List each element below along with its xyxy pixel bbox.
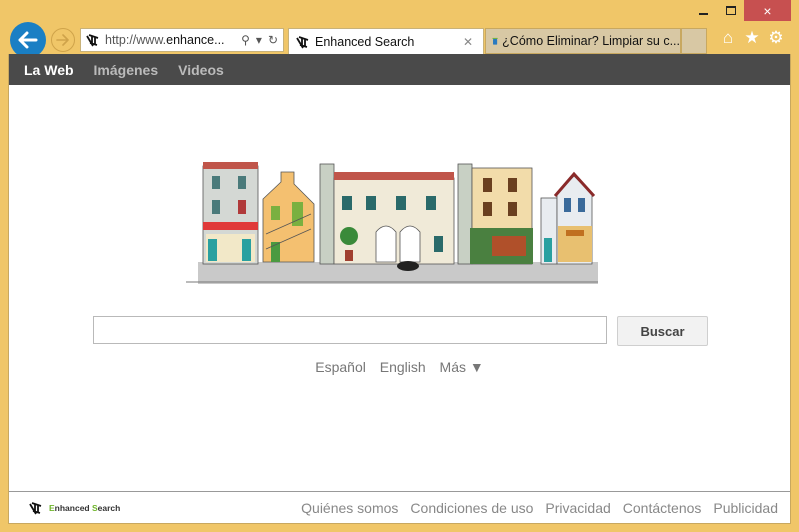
url-prefix: http://www. xyxy=(105,33,167,47)
refresh-icon[interactable]: ↻ xyxy=(268,33,278,47)
maximize-icon xyxy=(725,6,736,15)
nav-la-web[interactable]: La Web xyxy=(24,62,74,78)
browser-tools: ⌂ ★ ⚙ xyxy=(719,28,785,47)
trash-bin-icon xyxy=(492,37,498,45)
back-button[interactable] xyxy=(10,22,46,58)
footer: Enhanced Search Quiénes somos Condicione… xyxy=(9,491,790,523)
footer-link-contactenos[interactable]: Contáctenos xyxy=(623,500,702,516)
building-grey-shop xyxy=(202,162,259,265)
gear-icon[interactable]: ⚙ xyxy=(767,28,785,47)
tab-enhanced-search[interactable]: Enhanced Search ✕ xyxy=(288,28,484,54)
forward-button[interactable] xyxy=(51,28,75,52)
building-orange-house xyxy=(262,171,315,263)
home-icon[interactable]: ⌂ xyxy=(719,28,737,47)
logo-word-2: earch xyxy=(97,502,121,513)
enhanced-search-logo-icon xyxy=(29,501,42,514)
search-row: Buscar xyxy=(93,316,708,346)
top-navigation: La Web Imágenes Videos xyxy=(9,54,790,85)
tab-label: ¿Cómo Eliminar? Limpiar su c... xyxy=(502,34,680,48)
window-controls: × xyxy=(690,0,791,21)
site-favicon-icon xyxy=(296,35,309,48)
arrow-right-icon xyxy=(56,34,69,46)
footer-link-condiciones[interactable]: Condiciones de uso xyxy=(410,500,533,516)
logo-text: Enhanced Search xyxy=(49,503,120,513)
building-cream-terrace xyxy=(319,163,455,271)
footer-link-quienes-somos[interactable]: Quiénes somos xyxy=(301,500,398,516)
language-more-dropdown[interactable]: Más ▼ xyxy=(440,359,484,375)
maximize-button[interactable] xyxy=(717,0,744,21)
address-bar[interactable]: http://www.enhance... ⚲ ▾ ↻ xyxy=(80,28,284,52)
search-button[interactable]: Buscar xyxy=(617,316,708,346)
minimize-button[interactable] xyxy=(690,0,717,21)
nav-imagenes[interactable]: Imágenes xyxy=(94,62,159,78)
new-tab-button[interactable] xyxy=(681,28,707,54)
building-pub xyxy=(457,163,533,265)
language-selector: Español English Más ▼ xyxy=(9,359,790,375)
nav-videos[interactable]: Videos xyxy=(178,62,224,78)
close-window-button[interactable]: × xyxy=(744,0,791,21)
building-gabled-house xyxy=(540,171,596,265)
tab-label: Enhanced Search xyxy=(315,34,415,49)
footer-links: Quiénes somos Condiciones de uso Privaci… xyxy=(301,500,778,516)
search-icon[interactable]: ⚲ xyxy=(241,33,250,47)
minimize-icon xyxy=(699,12,708,15)
footer-logo[interactable]: Enhanced Search xyxy=(27,500,120,516)
address-tools: ⚲ ▾ ↻ xyxy=(241,33,283,47)
site-favicon-icon xyxy=(86,34,99,47)
tab-close-icon[interactable]: ✕ xyxy=(463,35,483,49)
address-url[interactable]: http://www.enhance... xyxy=(105,33,241,47)
tab-como-eliminar[interactable]: ¿Cómo Eliminar? Limpiar su c... xyxy=(485,28,681,54)
street-illustration xyxy=(186,162,598,284)
language-english[interactable]: English xyxy=(380,359,426,375)
footer-link-publicidad[interactable]: Publicidad xyxy=(713,500,778,516)
logo-word-1: nhanced xyxy=(54,502,92,513)
page-viewport: La Web Imágenes Videos Buscar Español En… xyxy=(8,54,791,524)
chevron-down-icon[interactable]: ▾ xyxy=(256,33,262,47)
url-domain: enhance... xyxy=(166,33,225,47)
close-icon: × xyxy=(763,2,772,19)
footer-link-privacidad[interactable]: Privacidad xyxy=(545,500,610,516)
search-input[interactable] xyxy=(93,316,607,344)
arrow-left-icon xyxy=(18,31,38,49)
language-espanol[interactable]: Español xyxy=(315,359,366,375)
star-icon[interactable]: ★ xyxy=(743,28,761,47)
